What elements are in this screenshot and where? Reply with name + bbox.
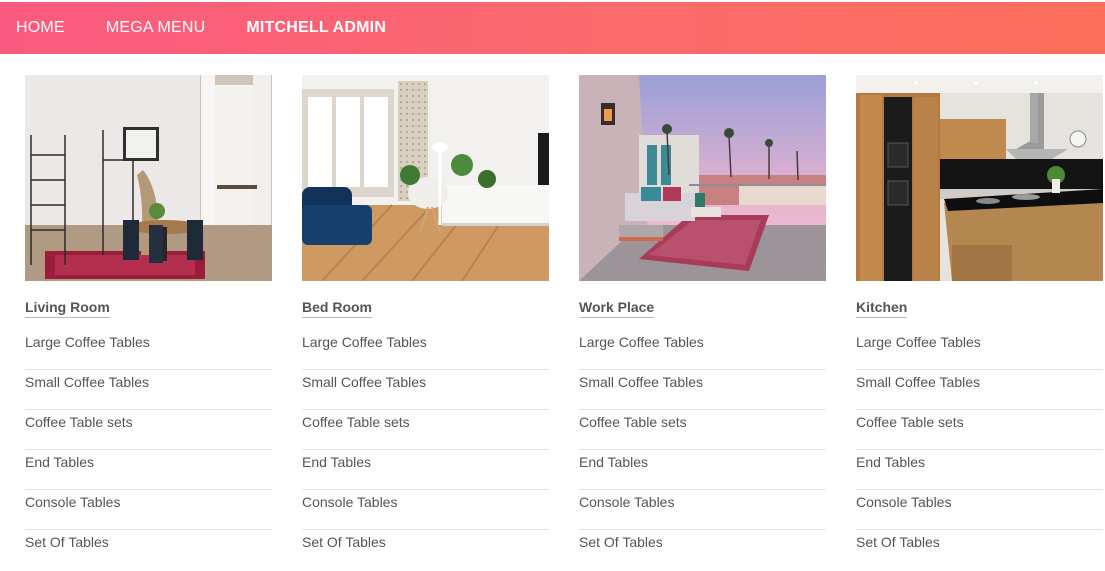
menu-link[interactable]: Large Coffee Tables — [579, 330, 826, 370]
menu-link[interactable]: Small Coffee Tables — [302, 370, 549, 410]
bed-room-image — [302, 75, 549, 281]
menu-link[interactable]: Console Tables — [579, 490, 826, 530]
kitchen-image — [856, 75, 1103, 281]
living-room-image — [25, 75, 272, 281]
category-column-bed-room: Bed Room Large Coffee Tables Small Coffe… — [302, 75, 549, 550]
top-navbar: HOME MEGA MENU MITCHELL ADMIN — [0, 2, 1105, 54]
work-place-photo[interactable] — [579, 75, 826, 281]
menu-link[interactable]: Set Of Tables — [856, 530, 1103, 570]
menu-link[interactable]: Large Coffee Tables — [302, 330, 549, 370]
menu-link[interactable]: Console Tables — [302, 490, 549, 530]
menu-link[interactable]: End Tables — [579, 450, 826, 490]
nav-home[interactable]: HOME — [16, 19, 65, 37]
category-title-bed-room[interactable]: Bed Room — [302, 299, 372, 318]
category-column-kitchen: Kitchen Large Coffee Tables Small Coffee… — [856, 75, 1103, 550]
menu-link[interactable]: Small Coffee Tables — [856, 370, 1103, 410]
category-title-work-place[interactable]: Work Place — [579, 299, 655, 318]
menu-link[interactable]: Large Coffee Tables — [25, 330, 272, 370]
menu-link[interactable]: End Tables — [856, 450, 1103, 490]
menu-link[interactable]: Console Tables — [856, 490, 1103, 530]
menu-link[interactable]: Set Of Tables — [25, 530, 272, 570]
category-column-living-room: Living Room Large Coffee Tables Small Co… — [25, 75, 272, 550]
nav-user-mitchell-admin[interactable]: MITCHELL ADMIN — [246, 19, 386, 37]
menu-link[interactable]: Set Of Tables — [302, 530, 549, 570]
category-links-work-place: Large Coffee Tables Small Coffee Tables … — [579, 330, 826, 570]
work-place-image — [579, 75, 826, 281]
menu-link[interactable]: Large Coffee Tables — [856, 330, 1103, 370]
category-column-work-place: Work Place Large Coffee Tables Small Cof… — [579, 75, 826, 550]
menu-link[interactable]: End Tables — [25, 450, 272, 490]
menu-link[interactable]: Coffee Table sets — [25, 410, 272, 450]
category-title-living-room[interactable]: Living Room — [25, 299, 110, 318]
menu-link[interactable]: Set Of Tables — [579, 530, 826, 570]
kitchen-photo[interactable] — [856, 75, 1103, 281]
menu-link[interactable]: Small Coffee Tables — [25, 370, 272, 410]
bed-room-photo[interactable] — [302, 75, 549, 281]
menu-link[interactable]: Coffee Table sets — [856, 410, 1103, 450]
menu-link[interactable]: Coffee Table sets — [302, 410, 549, 450]
nav-mega-menu[interactable]: MEGA MENU — [106, 19, 206, 37]
category-links-bed-room: Large Coffee Tables Small Coffee Tables … — [302, 330, 549, 570]
category-links-kitchen: Large Coffee Tables Small Coffee Tables … — [856, 330, 1103, 570]
category-links-living-room: Large Coffee Tables Small Coffee Tables … — [25, 330, 272, 570]
living-room-photo[interactable] — [25, 75, 272, 281]
menu-link[interactable]: Coffee Table sets — [579, 410, 826, 450]
menu-link[interactable]: Console Tables — [25, 490, 272, 530]
category-title-kitchen[interactable]: Kitchen — [856, 299, 908, 318]
menu-link[interactable]: End Tables — [302, 450, 549, 490]
menu-link[interactable]: Small Coffee Tables — [579, 370, 826, 410]
